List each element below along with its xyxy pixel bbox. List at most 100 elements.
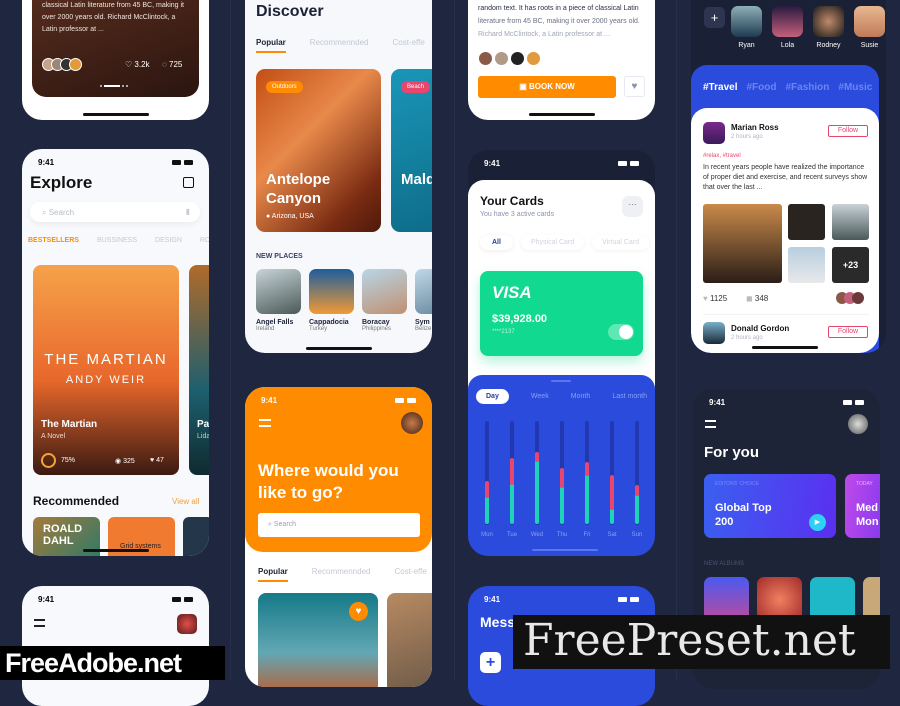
new-places-list: Angel Falls Ireland Cappadocia Turkey Bora…: [256, 269, 432, 332]
book-card[interactable]: THE MARTIAN ANDY WEIR The Martian A Nove…: [33, 265, 179, 475]
like-button[interactable]: ♥ 1125: [703, 294, 727, 303]
cards-panel: Your Cards You have 3 active cards ··· A…: [468, 180, 655, 390]
comment-button[interactable]: ◼ 348: [746, 294, 768, 303]
author-avatar[interactable]: [703, 122, 725, 144]
description: random text. It has roots in a piece of …: [478, 5, 640, 38]
card-balance: $39,928.00: [492, 313, 548, 325]
place-card[interactable]: Beach Maldives Islands: [391, 69, 432, 232]
author-avatar[interactable]: [703, 322, 725, 344]
avatar[interactable]: [177, 614, 197, 634]
place-item[interactable]: Cappadocia Turkey: [309, 269, 354, 332]
post-panel: Marian Ross 2 hours ago Follow #relax, #…: [691, 108, 879, 353]
tab-cost-effective[interactable]: Cost-effe: [394, 567, 426, 582]
place-card[interactable]: ♥: [258, 593, 378, 687]
feed-card[interactable]: classical Latin literature from 45 BC, m…: [32, 0, 199, 97]
tag-badge: Outdoors: [266, 81, 303, 93]
tab-popular[interactable]: Popular: [256, 38, 286, 53]
photo-grid[interactable]: +23: [703, 204, 869, 283]
story-item[interactable]: Rodney: [813, 6, 844, 49]
filter-physical[interactable]: Physical Card: [521, 235, 584, 250]
author-name[interactable]: Donald Gordon: [731, 324, 789, 333]
section-title: NEW ALBUMS: [704, 561, 745, 567]
post-time: 2 hours ago: [731, 335, 763, 341]
liker-avatars: [836, 292, 864, 304]
avatar[interactable]: [401, 412, 423, 434]
story-item[interactable]: Lola: [772, 6, 803, 49]
drag-handle[interactable]: [551, 380, 571, 382]
page-dots: [100, 85, 128, 87]
new-message-button[interactable]: +: [480, 652, 501, 673]
tab-week[interactable]: Week: [531, 393, 549, 400]
playlist-card[interactable]: EDITORS' CHOICE Global Top 200 ▶: [704, 474, 836, 538]
follow-button[interactable]: Follow: [828, 326, 868, 338]
card-location: ● Arizona, USA: [266, 213, 314, 220]
watermark: FreeAdobe.net: [0, 646, 225, 680]
place-card[interactable]: [387, 593, 432, 687]
story-item[interactable]: Ryan: [731, 6, 762, 49]
book-now-button[interactable]: ▣ BOOK NOW: [478, 76, 616, 98]
comment-button[interactable]: ◌ 725: [162, 60, 182, 69]
search-input[interactable]: ⌕ Search ▮: [30, 202, 200, 222]
tab-popular[interactable]: Popular: [258, 567, 288, 582]
tab-design[interactable]: DESIGN: [155, 237, 182, 244]
page-title: Discover: [256, 3, 324, 20]
playlist-title: Global Top 200: [715, 502, 772, 528]
category-tabs: BESTSELLERS BUSSINESS DESIGN RO: [28, 237, 209, 244]
favorite-button[interactable]: ♥: [624, 76, 645, 97]
menu-icon[interactable]: [34, 619, 45, 627]
menu-icon[interactable]: [259, 419, 271, 427]
avatar[interactable]: [848, 414, 868, 434]
mic-icon[interactable]: ▮: [186, 207, 190, 216]
book-card-next[interactable]: Pa Lida: [189, 265, 209, 475]
menu-icon[interactable]: [705, 420, 716, 428]
heart-icon: ♡: [125, 60, 133, 69]
tab-business[interactable]: BUSSINESS: [97, 237, 137, 244]
favorite-button[interactable]: ♥: [349, 602, 368, 621]
tab-month[interactable]: Month: [571, 393, 590, 400]
view-all-link[interactable]: View all: [172, 497, 199, 506]
post-tags[interactable]: #relax, #travel: [703, 153, 741, 159]
x-tick-label: Thu: [557, 532, 567, 538]
tab-cost-effective[interactable]: Cost-effe: [392, 38, 424, 53]
home-bar: [532, 549, 598, 551]
likes-count: ♥ 47: [150, 457, 164, 464]
place-item[interactable]: Boracay Philippines: [362, 269, 407, 332]
tab-last-month[interactable]: Last month: [612, 393, 647, 400]
play-button[interactable]: ▶: [809, 514, 826, 531]
tab-travel[interactable]: #Travel: [703, 82, 737, 93]
more-button[interactable]: ···: [622, 196, 643, 217]
tab-day[interactable]: Day: [476, 389, 509, 404]
recommended-item[interactable]: [183, 517, 209, 556]
tab-bestsellers[interactable]: BESTSELLERS: [28, 237, 79, 244]
status-time: 9:41: [709, 398, 726, 407]
filter-all[interactable]: All: [480, 235, 513, 250]
place-item[interactable]: Sym Belize: [415, 269, 432, 332]
tab-music[interactable]: #Music: [838, 82, 872, 93]
follow-button[interactable]: Follow: [828, 125, 868, 137]
x-tick-label: Sat: [607, 532, 616, 538]
cover-author: ANDY WEIR: [65, 374, 147, 386]
playlist-card[interactable]: TODAY Med Mon: [845, 474, 880, 538]
place-item[interactable]: Angel Falls Ireland: [256, 269, 301, 332]
book-title: The Martian: [41, 419, 98, 430]
author-name[interactable]: Marian Ross: [731, 123, 779, 132]
avatar-group: [42, 58, 82, 71]
add-story-button[interactable]: +: [704, 7, 725, 28]
tab-fashion[interactable]: #Fashion: [785, 82, 829, 93]
filter-virtual[interactable]: Virtual Card: [592, 235, 649, 250]
like-button[interactable]: ♡ 3.2k: [125, 60, 150, 69]
tab-recommended[interactable]: Recommennded: [310, 38, 369, 53]
credit-card[interactable]: VISA $39,928.00 ****2137: [480, 271, 643, 356]
plus-icon: +: [710, 10, 719, 25]
card-toggle[interactable]: [608, 324, 634, 340]
tab-recommended[interactable]: Recommennded: [312, 567, 371, 582]
story-item[interactable]: Susie: [854, 6, 885, 49]
bag-icon[interactable]: [183, 177, 194, 188]
chat-icon: ◼: [746, 294, 753, 303]
tab-food[interactable]: #Food: [746, 82, 776, 93]
more-photos[interactable]: +23: [832, 247, 869, 283]
tab-more[interactable]: RO: [200, 237, 209, 244]
place-card[interactable]: Outdoors Antelope Canyon ● Arizona, USA: [256, 69, 381, 232]
search-input[interactable]: ⌕ Search: [258, 513, 420, 537]
cover-title: THE MARTIAN: [44, 351, 168, 368]
